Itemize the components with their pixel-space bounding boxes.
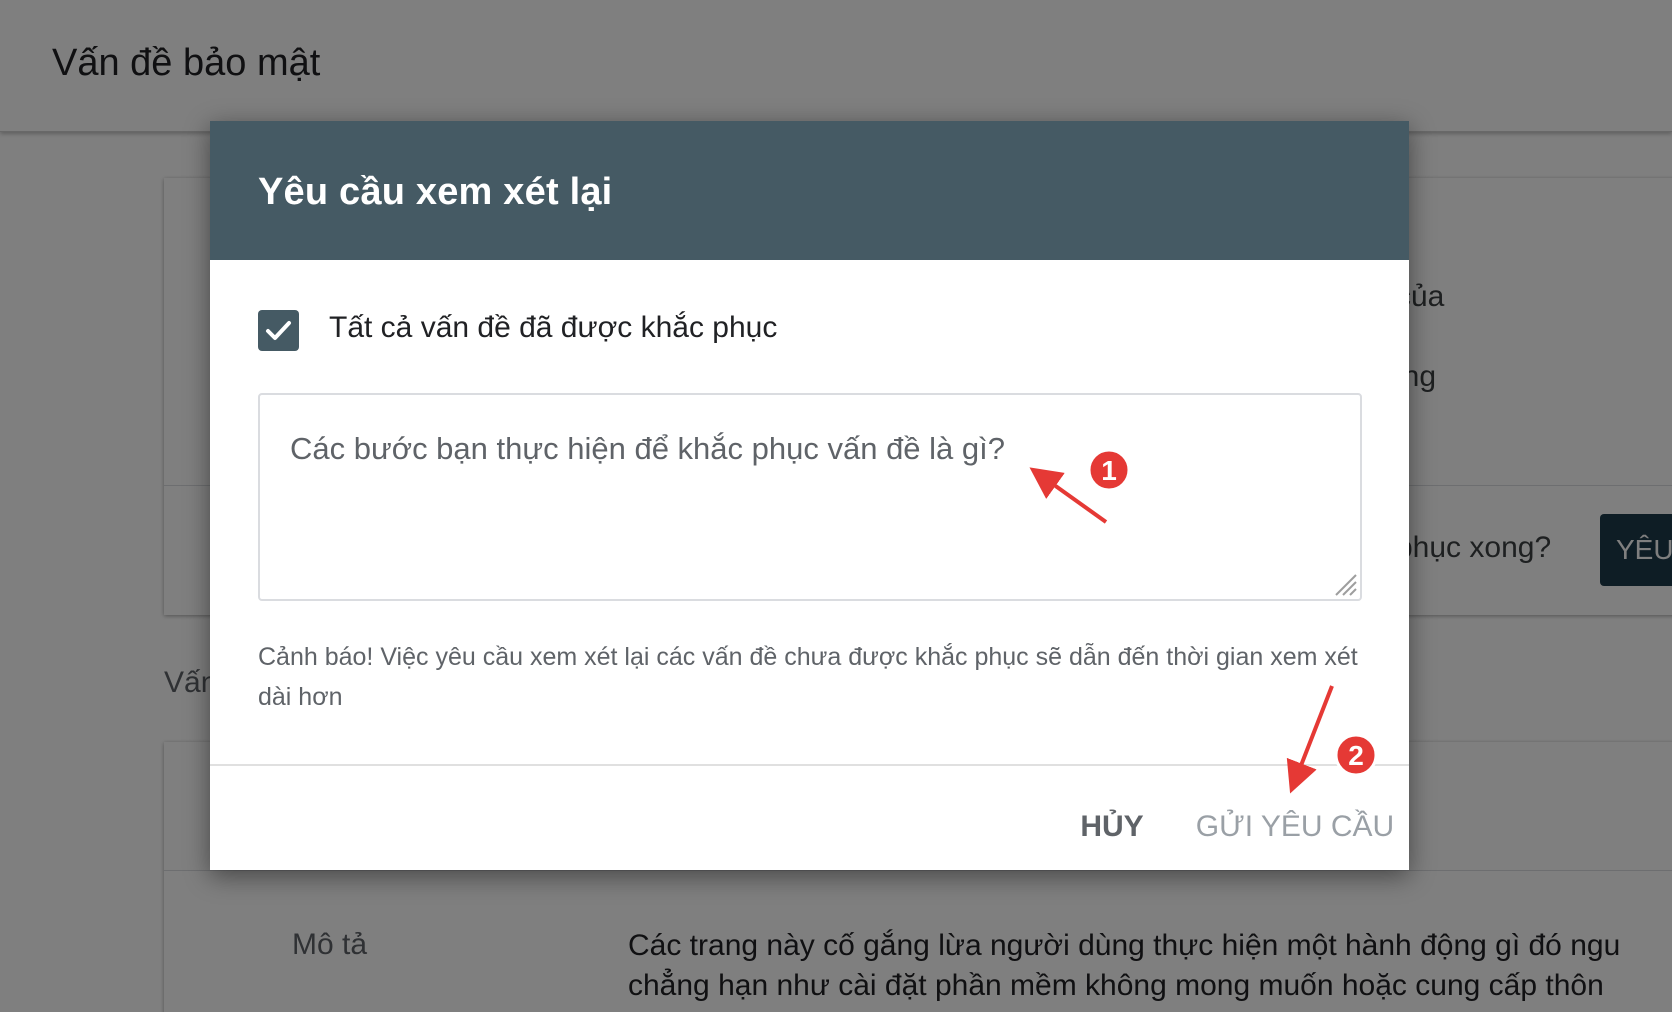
annotation-badge-1: 1 — [1087, 448, 1131, 492]
annotation-arrow-2 — [1286, 685, 1334, 794]
annotation-number: 1 — [1101, 455, 1117, 486]
annotation-layer: 1 2 — [1029, 448, 1378, 794]
annotation-badge-2: 2 — [1334, 733, 1378, 777]
annotation-number: 2 — [1348, 740, 1364, 771]
